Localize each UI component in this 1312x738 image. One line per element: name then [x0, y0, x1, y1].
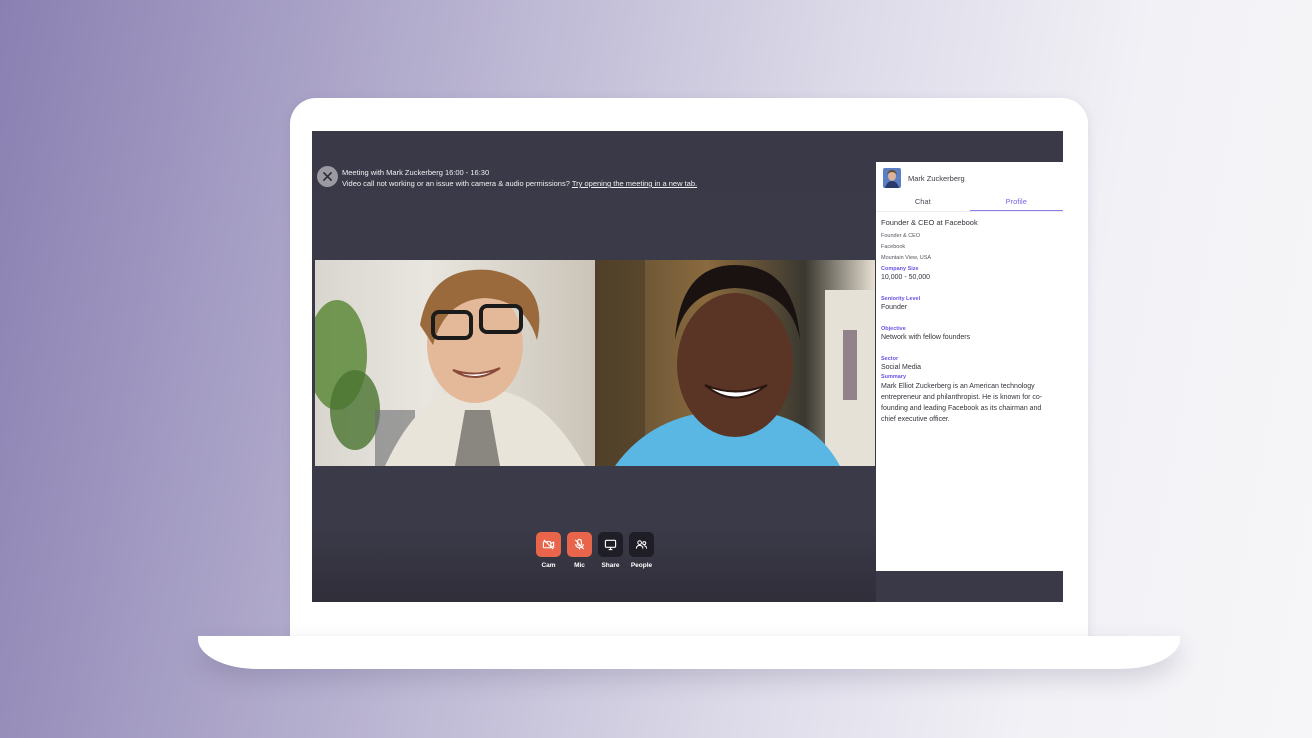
laptop-base	[198, 636, 1180, 669]
sidebar-user-name: Mark Zuckerberg	[908, 173, 965, 183]
seniority-label: Seniority Level	[881, 296, 921, 302]
meeting-notice-text: Video call not working or an issue with …	[342, 179, 570, 188]
avatar	[883, 168, 901, 188]
close-meeting-button[interactable]	[317, 166, 338, 187]
camera-off-icon	[542, 539, 555, 550]
summary-value: Mark Elliot Zuckerberg is an American te…	[881, 383, 1043, 423]
company-size-label: Company Size	[881, 266, 919, 272]
people-control: People	[629, 532, 654, 569]
mic-label: Mic	[574, 562, 585, 569]
sidebar-header: Mark Zuckerberg	[876, 162, 1063, 189]
share-label: Share	[601, 562, 620, 569]
monitor-icon	[604, 539, 617, 551]
call-controls: Cam Mic Share People	[536, 532, 654, 569]
objective-label: Objective	[881, 326, 906, 332]
sector-label: Sector	[881, 356, 899, 362]
meeting-notice: Video call not working or an issue with …	[342, 178, 697, 189]
people-label: People	[630, 562, 653, 569]
video-grid	[315, 260, 875, 466]
meeting-info: Meeting with Mark Zuckerberg 16:00 - 16:…	[342, 167, 697, 189]
open-in-new-tab-link[interactable]: Try opening the meeting in a new tab.	[572, 179, 697, 188]
profile-panel: Founder & CEO at Facebook Founder & CEO …	[876, 212, 1063, 425]
mic-off-icon	[574, 538, 585, 550]
participant-video-2	[595, 260, 875, 466]
meeting-title: Meeting with Mark Zuckerberg 16:00 - 16:…	[342, 168, 490, 177]
avatar-image	[883, 168, 901, 188]
mic-button[interactable]	[567, 532, 592, 557]
share-button[interactable]	[598, 532, 623, 557]
share-control: Share	[598, 532, 623, 569]
seniority-value: Founder	[881, 304, 908, 311]
company-size-value: 10,000 - 50,000	[881, 274, 931, 281]
participant-sidebar: Mark Zuckerberg Chat Profile Founder & C…	[876, 162, 1063, 571]
people-icon	[635, 540, 648, 549]
participant-2-image	[595, 260, 875, 466]
participant-video-1	[315, 260, 595, 466]
participant-1-image	[315, 269, 585, 466]
video-area-top	[312, 191, 876, 259]
cam-button[interactable]	[536, 532, 561, 557]
tab-profile[interactable]: Profile	[969, 194, 1063, 211]
objective-value: Network with fellow founders	[881, 334, 971, 341]
people-button[interactable]	[629, 532, 654, 557]
profile-company: Facebook	[881, 244, 906, 250]
profile-location: Mountain View, USA	[881, 255, 932, 261]
cam-label: Cam	[541, 562, 556, 569]
sidebar-tabs: Chat Profile	[876, 194, 1063, 212]
mic-control: Mic	[567, 532, 592, 569]
cam-control: Cam	[536, 532, 561, 569]
tab-chat[interactable]: Chat	[876, 194, 970, 211]
summary-label: Summary	[881, 374, 907, 380]
close-icon	[323, 172, 332, 181]
profile-headline: Founder & CEO at Facebook	[881, 218, 978, 227]
profile-role: Founder & CEO	[881, 233, 921, 239]
sector-value: Social Media	[881, 364, 922, 371]
video-call-screen: Meeting with Mark Zuckerberg 16:00 - 16:…	[312, 131, 1063, 602]
